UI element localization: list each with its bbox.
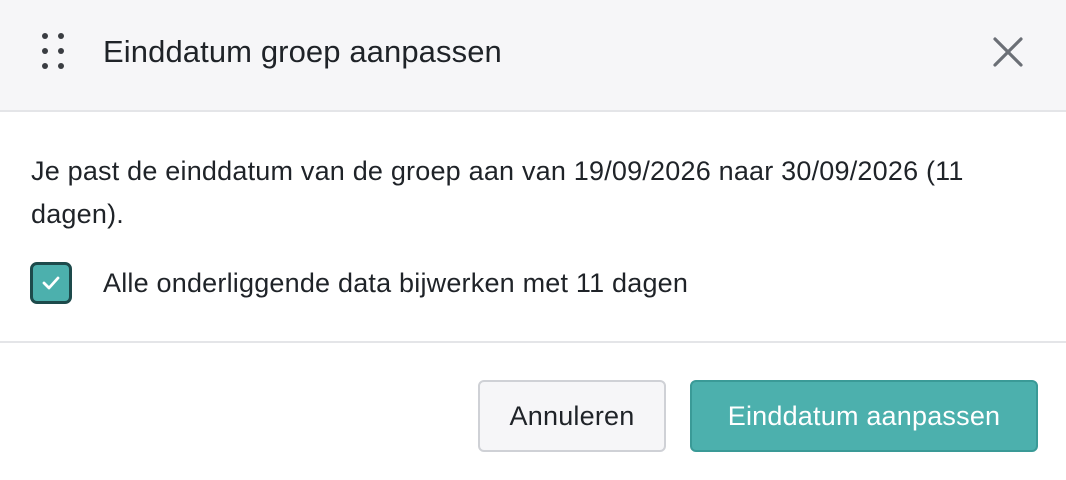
- check-icon: [42, 276, 60, 290]
- update-dates-checkbox-row[interactable]: Alle onderliggende data bijwerken met 11…: [30, 258, 688, 308]
- confirm-end-date-button[interactable]: Einddatum aanpassen: [690, 380, 1038, 452]
- update-dates-checkbox-label[interactable]: Alle onderliggende data bijwerken met 11…: [103, 263, 688, 303]
- close-button[interactable]: [986, 30, 1030, 74]
- dialog-header: Einddatum groep aanpassen: [0, 0, 1066, 112]
- dialog-title: Einddatum groep aanpassen: [103, 34, 502, 69]
- close-icon: [993, 37, 1023, 67]
- edit-end-date-dialog: Einddatum groep aanpassen Je past de ein…: [0, 0, 1066, 480]
- drag-handle-icon[interactable]: [38, 30, 70, 74]
- cancel-button[interactable]: Annuleren: [478, 380, 666, 452]
- footer-divider: [0, 341, 1066, 343]
- update-dates-checkbox[interactable]: [30, 262, 72, 304]
- dialog-message: Je past de einddatum van de groep aan va…: [31, 156, 964, 229]
